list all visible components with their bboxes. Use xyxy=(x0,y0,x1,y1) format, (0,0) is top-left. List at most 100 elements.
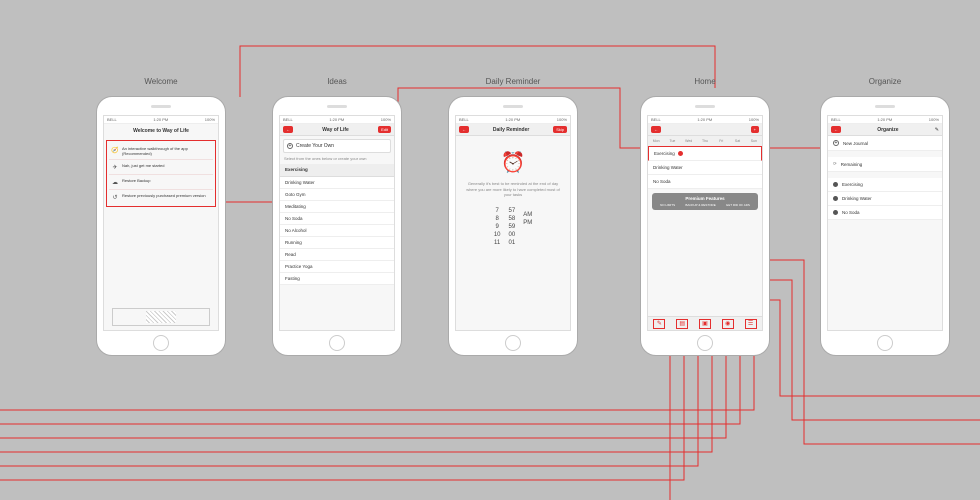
edit-button[interactable]: Edit xyxy=(378,126,391,133)
item-label: Drinking Water xyxy=(842,196,872,201)
status-battery: 100% xyxy=(381,117,391,122)
phone-speaker xyxy=(695,105,715,108)
time-picker[interactable]: 7 8 9 10 11 57 58 59 00 01 AM PM xyxy=(456,208,570,246)
row-label: New Journal xyxy=(843,141,868,146)
day-tab[interactable]: Sun xyxy=(746,136,762,146)
section-header: Exercising xyxy=(280,164,394,176)
edit-icon[interactable]: ✎ xyxy=(935,127,939,133)
organize-item[interactable]: Exercising xyxy=(828,178,942,192)
day-tab[interactable]: Thu xyxy=(697,136,713,146)
day-tab[interactable]: Fri xyxy=(713,136,729,146)
nav-bar: ← Way of Life Edit xyxy=(280,124,394,136)
toolbar-edit-button[interactable]: ✎ xyxy=(653,319,665,329)
back-button[interactable]: ← xyxy=(459,126,469,133)
back-button[interactable]: ← xyxy=(283,126,293,133)
alarm-clock-icon: ⏰ xyxy=(456,136,570,181)
idea-item[interactable]: No Soda xyxy=(280,213,394,225)
status-time: 1:20 PM xyxy=(329,117,344,122)
ideas-subtitle: Select from the ones below or create you… xyxy=(280,156,394,164)
phone-home-button[interactable] xyxy=(329,335,345,351)
screen-reminder: BELL 1:20 PM 100% ← Daily Reminder Skip … xyxy=(455,115,571,331)
idea-item[interactable]: Read xyxy=(280,249,394,261)
screen-welcome: BELL 1:20 PM 100% Welcome to Way of Life… xyxy=(103,115,219,331)
reminder-description: Generally it's best to be reminded at th… xyxy=(456,181,570,198)
nav-bar: ← + xyxy=(648,124,762,136)
toolbar-list-button[interactable]: ▤ xyxy=(676,319,688,329)
phone-organize: Organize BELL 1:20 PM 100% ← Organize ✎ … xyxy=(820,96,950,356)
habit-row[interactable]: Drinking Water xyxy=(648,161,762,175)
premium-items: NO LIMITS BACKUP & RESTORE GET RID OF AD… xyxy=(655,203,755,207)
screen-ideas: BELL 1:20 PM 100% ← Way of Life Edit +Cr… xyxy=(279,115,395,331)
skip-button[interactable]: Skip xyxy=(553,126,567,133)
habit-row[interactable]: Exercising xyxy=(648,146,762,161)
status-bar: BELL 1:20 PM 100% xyxy=(648,116,762,124)
item-label: Exercising xyxy=(842,182,863,187)
habit-row[interactable]: No Soda xyxy=(648,175,762,189)
dot-icon xyxy=(833,196,838,201)
screen-label: Organize xyxy=(821,77,949,86)
phone-reminder: Daily Reminder BELL 1:20 PM 100% ← Daily… xyxy=(448,96,578,356)
status-carrier: BELL xyxy=(283,117,293,122)
status-battery: 100% xyxy=(929,117,939,122)
item-label: Goto Gym xyxy=(285,192,306,197)
idea-item[interactable]: Drinking Water xyxy=(280,177,394,189)
organize-item[interactable]: Drinking Water xyxy=(828,192,942,206)
idea-item[interactable]: Practice Yoga xyxy=(280,261,394,273)
item-label: Running xyxy=(285,240,302,245)
day-tab[interactable]: Wed xyxy=(681,136,697,146)
idea-item[interactable]: Goto Gym xyxy=(280,189,394,201)
option-label: Restore Backup xyxy=(122,178,150,183)
welcome-title: Welcome to Way of Life xyxy=(104,124,218,138)
new-journal-button[interactable]: +New Journal xyxy=(828,136,942,151)
status-bar: BELL 1:20 PM 100% xyxy=(828,116,942,124)
habit-label: No Soda xyxy=(653,179,671,184)
habit-list: Exercising Drinking Water No Soda xyxy=(648,146,762,189)
day-tab[interactable]: Tue xyxy=(664,136,680,146)
phone-speaker xyxy=(151,105,171,108)
welcome-option-restore-backup[interactable]: ☁Restore Backup xyxy=(109,175,213,190)
idea-item[interactable]: Running xyxy=(280,237,394,249)
welcome-option-skip[interactable]: ✈Nah, just get me started xyxy=(109,160,213,175)
phone-speaker xyxy=(875,105,895,108)
item-label: Fasting xyxy=(285,276,300,281)
day-tab[interactable]: Sat xyxy=(729,136,745,146)
create-own-button[interactable]: +Create Your Own xyxy=(283,139,391,153)
status-bar: BELL 1:20 PM 100% xyxy=(280,116,394,124)
premium-item: GET RID OF ADS xyxy=(726,203,750,207)
phone-home-button[interactable] xyxy=(697,335,713,351)
picker-hours[interactable]: 7 8 9 10 11 xyxy=(494,208,501,246)
back-button[interactable]: ← xyxy=(651,126,661,133)
organize-item[interactable]: No Soda xyxy=(828,206,942,220)
phone-home-button[interactable] xyxy=(153,335,169,351)
dot-icon xyxy=(833,182,838,187)
idea-item[interactable]: Meditating xyxy=(280,201,394,213)
item-label: Drinking Water xyxy=(285,180,315,185)
picker-ampm[interactable]: AM PM xyxy=(523,208,532,246)
premium-banner[interactable]: Premium Features NO LIMITS BACKUP & REST… xyxy=(652,193,758,210)
item-label: Read xyxy=(285,252,296,257)
status-carrier: BELL xyxy=(107,117,117,122)
status-battery: 100% xyxy=(749,117,759,122)
phone-home-button[interactable] xyxy=(505,335,521,351)
habit-label: Drinking Water xyxy=(653,165,683,170)
phone-home-button[interactable] xyxy=(877,335,893,351)
toolbar-record-button[interactable]: ◉ xyxy=(722,319,734,329)
toolbar-grid-button[interactable]: ▣ xyxy=(699,319,711,329)
idea-item[interactable]: No Alcohol xyxy=(280,225,394,237)
add-button[interactable]: + xyxy=(751,126,759,133)
picker-minutes[interactable]: 57 58 59 00 01 xyxy=(509,208,516,246)
welcome-option-restore-purchase[interactable]: ↺Restore previously purchased premium ve… xyxy=(109,190,213,204)
bottom-toolbar: ✎ ▤ ▣ ◉ ☰ xyxy=(648,316,762,330)
plane-icon: ✈ xyxy=(111,163,119,171)
screen-label: Ideas xyxy=(273,77,401,86)
row-label: Remaining xyxy=(841,162,863,167)
idea-item[interactable]: Fasting xyxy=(280,273,394,285)
back-button[interactable]: ← xyxy=(831,126,841,133)
screen-home immediate: BELL 1:20 PM 100% ← + Mon Tue Wed Thu Fr… xyxy=(647,115,763,331)
welcome-option-walkthrough[interactable]: 🧭An interactive walkthrough of the app (… xyxy=(109,143,213,160)
status-battery: 100% xyxy=(205,117,215,122)
remaining-header: ⟳Remaining xyxy=(828,157,942,172)
toolbar-menu-button[interactable]: ☰ xyxy=(745,319,757,329)
day-tab[interactable]: Mon xyxy=(648,136,664,146)
phone-home: Home BELL 1:20 PM 100% ← + Mon Tue Wed T… xyxy=(640,96,770,356)
